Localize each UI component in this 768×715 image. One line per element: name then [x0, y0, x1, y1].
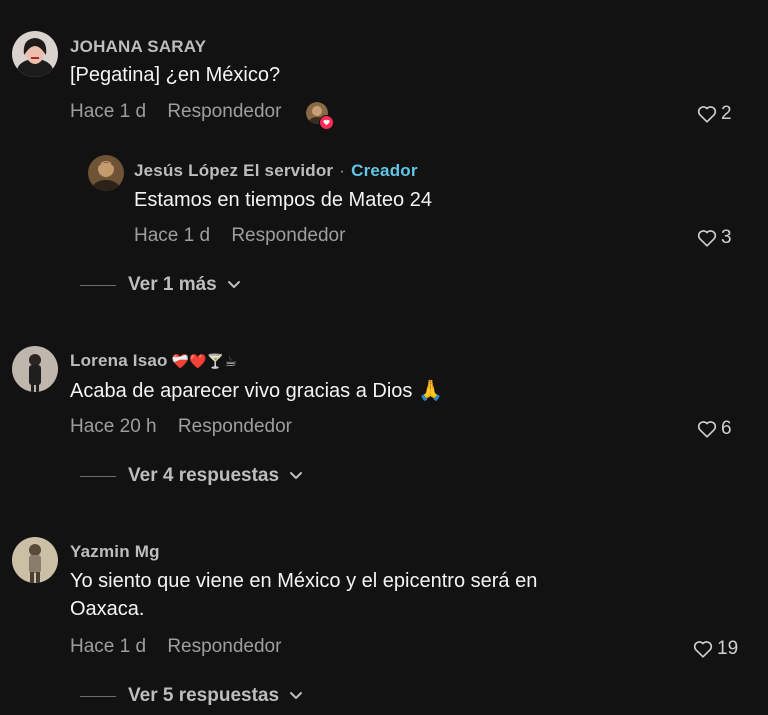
creator-badge: Creador — [351, 161, 418, 180]
like-count: 2 — [721, 103, 732, 124]
reply-button[interactable]: Respondedor — [231, 225, 345, 246]
username-emojis: ❤️‍🩹❤️🍸☕ — [171, 353, 238, 369]
reply-time: Hace 1 d — [134, 225, 211, 246]
divider-line — [80, 695, 116, 697]
reply-button[interactable]: Respondedor — [167, 101, 281, 122]
heart-badge-icon — [319, 115, 334, 130]
like-button[interactable]: 2 — [697, 103, 732, 125]
separator: · — [339, 161, 346, 180]
chevron-down-icon — [290, 692, 303, 699]
heart-outline-icon — [697, 106, 717, 123]
comment-text: Acaba de aparecer vivo gracias a Dios 🙏 — [70, 380, 443, 402]
heart-outline-icon — [693, 641, 713, 658]
like-button[interactable]: 19 — [693, 638, 738, 660]
heart-outline-icon — [697, 421, 717, 438]
reply-username[interactable]: Jesús López El servidor · Creador — [134, 161, 418, 181]
like-button[interactable]: 6 — [697, 418, 732, 440]
comment-username-text[interactable]: Lorena Isao — [70, 351, 168, 370]
divider-line — [80, 475, 116, 477]
view-more-label[interactable]: Ver 4 respuestas — [128, 465, 279, 487]
comment-text-line-1: Yo siento que viene en México y el epice… — [70, 570, 538, 592]
comment-time: Hace 1 d — [70, 636, 147, 657]
like-button[interactable]: 3 — [697, 227, 732, 249]
view-more-label[interactable]: Ver 1 más — [128, 274, 217, 296]
comment-meta: Hace 1 d Respondedor — [70, 636, 281, 658]
view-more-replies[interactable]: Ver 1 más — [80, 274, 241, 296]
avatar[interactable] — [12, 346, 58, 392]
like-count: 19 — [717, 638, 739, 659]
reply-meta: Hace 1 d Respondedor — [134, 225, 345, 247]
avatar[interactable] — [88, 155, 124, 191]
comment-time: Hace 20 h — [70, 416, 157, 437]
view-more-label[interactable]: Ver 5 respuestas — [128, 685, 279, 707]
comment-text-line-2: Oaxaca. — [70, 598, 145, 620]
avatar[interactable] — [12, 537, 58, 583]
comment-username[interactable]: Lorena Isao ❤️‍🩹❤️🍸☕ — [70, 351, 237, 371]
comment-time: Hace 1 d — [70, 101, 147, 122]
like-count: 6 — [721, 418, 732, 439]
reply-button[interactable]: Respondedor — [178, 416, 292, 437]
heart-outline-icon — [697, 230, 717, 247]
reply-text: Estamos en tiempos de Mateo 24 — [134, 189, 432, 211]
reply-button[interactable]: Respondedor — [167, 636, 281, 657]
view-more-replies[interactable]: Ver 5 respuestas — [80, 685, 303, 707]
comment-meta: Hace 1 d Respondedor — [70, 101, 281, 123]
reply-username-text[interactable]: Jesús López El servidor — [134, 161, 333, 180]
comment-text: [Pegatina] ¿en México? — [70, 64, 281, 86]
comment-username[interactable]: JOHANA SARAY — [70, 37, 206, 57]
avatar[interactable] — [12, 31, 58, 77]
view-more-replies[interactable]: Ver 4 respuestas — [80, 465, 303, 487]
chevron-down-icon — [290, 472, 303, 479]
like-count: 3 — [721, 227, 732, 248]
comment-username[interactable]: Yazmin Mg — [70, 542, 160, 562]
creator-liked-avatar — [306, 102, 334, 130]
chevron-down-icon — [227, 281, 240, 288]
comment-meta: Hace 20 h Respondedor — [70, 416, 292, 438]
divider-line — [80, 284, 116, 286]
